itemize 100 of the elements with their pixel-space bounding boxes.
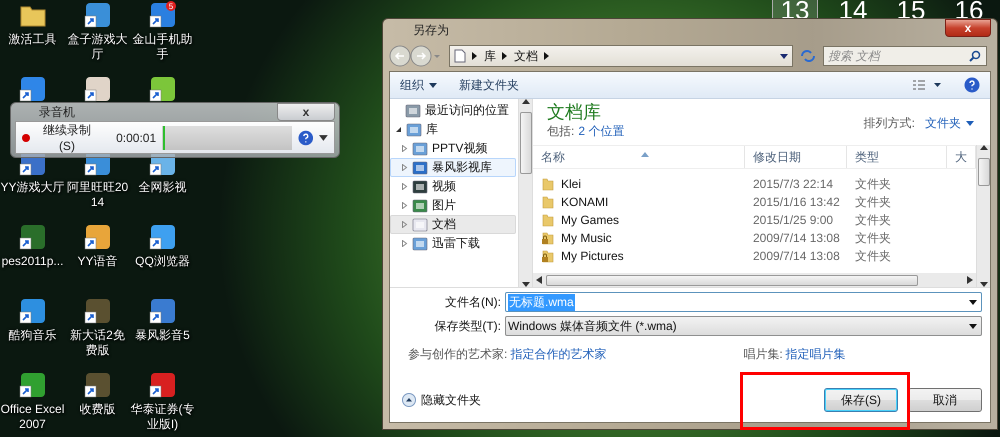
- caret-icon[interactable]: [319, 134, 328, 140]
- nav-tree-item[interactable]: 迅雷下载: [390, 234, 516, 253]
- field-label: 参与创作的艺术家:: [408, 346, 508, 363]
- desktop-icon-label[interactable]: Office Excel 2007: [0, 402, 64, 432]
- resume-recording-button[interactable]: 继续录制(S): [36, 122, 110, 153]
- help-icon[interactable]: [964, 77, 980, 93]
- app-shortcut-icon[interactable]: 5: [148, 1, 176, 29]
- locations-link[interactable]: 2 个位置: [578, 123, 624, 140]
- horizontal-scrollbar[interactable]: [533, 273, 976, 287]
- scrollbar[interactable]: [518, 99, 532, 287]
- expand-arrow-icon[interactable]: [401, 164, 408, 171]
- app-shortcut-icon[interactable]: [18, 297, 46, 325]
- expand-arrow-icon[interactable]: [401, 240, 408, 247]
- library-title: 文档库: [547, 101, 602, 123]
- scroll-left-icon[interactable]: [536, 276, 542, 284]
- desktop-icon-label[interactable]: 全网影视: [130, 180, 194, 195]
- scrollbar[interactable]: [976, 145, 990, 287]
- file-name-cell[interactable]: My Games: [533, 213, 745, 227]
- cancel-button[interactable]: 取消: [908, 388, 982, 412]
- column-header[interactable]: 修改日期: [745, 146, 847, 168]
- file-name-cell[interactable]: My Pictures: [533, 249, 745, 263]
- file-name-cell[interactable]: KONAMI: [533, 195, 745, 209]
- desktop-icon-label[interactable]: 新大话2免费版: [66, 328, 130, 358]
- desktop-icon-label[interactable]: 激活工具: [0, 32, 64, 47]
- date-cell-text: 2009/7/14 13:08: [752, 231, 841, 245]
- desktop-icon-label[interactable]: YY语音: [66, 254, 130, 269]
- app-shortcut-icon[interactable]: [18, 223, 46, 251]
- app-shortcut-icon[interactable]: [148, 371, 176, 399]
- desktop-icon-label[interactable]: 收费版: [66, 402, 130, 417]
- arrange-by-dropdown[interactable]: 文件夹: [925, 115, 974, 132]
- scroll-right-icon[interactable]: [967, 276, 973, 284]
- album-link[interactable]: 指定唱片集: [786, 346, 846, 363]
- app-shortcut-icon[interactable]: [148, 223, 176, 251]
- expand-arrow-icon[interactable]: [401, 183, 408, 190]
- column-header[interactable]: 名称: [533, 146, 745, 168]
- breadcrumb-item[interactable]: 库: [484, 48, 496, 64]
- date-cell-text: 2015/1/16 13:42: [752, 195, 841, 209]
- expand-arrow-icon[interactable]: [401, 145, 408, 152]
- nav-tree-item[interactable]: PPTV视频: [390, 139, 516, 158]
- desktop-icon-label[interactable]: pes2011p...: [0, 254, 64, 269]
- desktop-icon-label[interactable]: 阿里旺旺2014: [66, 180, 130, 210]
- nav-tree-item[interactable]: 最近访问的位置: [390, 101, 516, 120]
- caret-icon: [980, 282, 988, 287]
- app-shortcut-icon[interactable]: [84, 1, 112, 29]
- desktop-icon-label[interactable]: 盒子游戏大厅: [66, 32, 130, 62]
- nav-tree-item[interactable]: 文档: [390, 215, 516, 234]
- app-shortcut-icon[interactable]: [84, 75, 112, 103]
- chevron-icon[interactable]: [472, 52, 478, 60]
- date-cell-text: 2015/1/25 9:00: [752, 213, 834, 227]
- app-shortcut-icon[interactable]: [84, 223, 112, 251]
- app-shortcut-icon[interactable]: [148, 75, 176, 103]
- save-button[interactable]: 保存(S): [824, 388, 898, 412]
- close-button[interactable]: x: [945, 19, 991, 37]
- new-folder-button[interactable]: 新建文件夹: [459, 76, 519, 94]
- expand-arrow-icon[interactable]: [401, 221, 408, 228]
- file-name-cell[interactable]: My Music: [533, 231, 745, 245]
- app-shortcut-icon[interactable]: [84, 297, 112, 325]
- desktop-icon-label[interactable]: 暴风影音5: [130, 328, 194, 343]
- arrange-by-label: 排列方式:: [864, 115, 915, 132]
- desktop-icon-label[interactable]: 华泰证券(专业版I): [130, 402, 194, 432]
- address-bar[interactable]: 库 文档: [449, 45, 793, 67]
- app-shortcut-icon[interactable]: [18, 75, 46, 103]
- desktop-icon-label[interactable]: 酷狗音乐: [0, 328, 64, 343]
- caret-icon: [969, 324, 977, 328]
- caret-icon: [966, 121, 974, 126]
- window-title: 另存为: [412, 22, 450, 38]
- nav-tree-item[interactable]: 图片: [390, 196, 516, 215]
- nav-tree-item[interactable]: 库: [390, 120, 516, 139]
- view-options-icon[interactable]: [912, 79, 942, 91]
- caret-icon: [429, 82, 437, 88]
- scroll-thumb[interactable]: [546, 274, 918, 286]
- collapse-arrow-icon[interactable]: [395, 126, 402, 133]
- expand-arrow-icon[interactable]: [401, 202, 408, 209]
- chevron-icon[interactable]: [544, 52, 550, 60]
- nav-tree-item[interactable]: 暴风影视库: [390, 158, 516, 177]
- app-shortcut-icon[interactable]: [148, 297, 176, 325]
- search-field[interactable]: 搜索 文档: [823, 46, 987, 66]
- breadcrumb-item[interactable]: 文档: [514, 48, 538, 64]
- close-button[interactable]: x: [277, 103, 335, 121]
- file-name-cell[interactable]: Klei: [533, 177, 745, 191]
- chevron-icon[interactable]: [502, 52, 508, 60]
- artists-link[interactable]: 指定合作的艺术家: [510, 346, 686, 363]
- app-shortcut-icon[interactable]: [18, 371, 46, 399]
- file-type-dropdown[interactable]: Windows 媒体音频文件 (*.wma): [505, 316, 982, 336]
- date-cell-text: 2009/7/14 13:08: [752, 249, 841, 263]
- help-icon[interactable]: [298, 130, 314, 146]
- app-shortcut-icon[interactable]: [84, 371, 112, 399]
- window-title: 录音机: [38, 104, 76, 120]
- organize-menu[interactable]: 组织: [400, 76, 437, 94]
- desktop-icon-label[interactable]: QQ浏览器: [130, 254, 194, 269]
- scroll-thumb[interactable]: [978, 158, 990, 186]
- nav-tree-item[interactable]: 视频: [390, 177, 516, 196]
- hide-folders-button[interactable]: 隐藏文件夹: [402, 392, 481, 408]
- desktop-icon-label[interactable]: 金山手机助手: [130, 32, 194, 62]
- scroll-thumb[interactable]: [520, 112, 532, 174]
- desktop-icon-label[interactable]: YY游戏大厅: [0, 180, 64, 195]
- back-forward-icon[interactable]: [389, 45, 443, 67]
- type-cell-text: 文件夹: [854, 248, 892, 264]
- column-header[interactable]: 类型: [847, 146, 947, 168]
- type-cell-text: 文件夹: [854, 212, 892, 228]
